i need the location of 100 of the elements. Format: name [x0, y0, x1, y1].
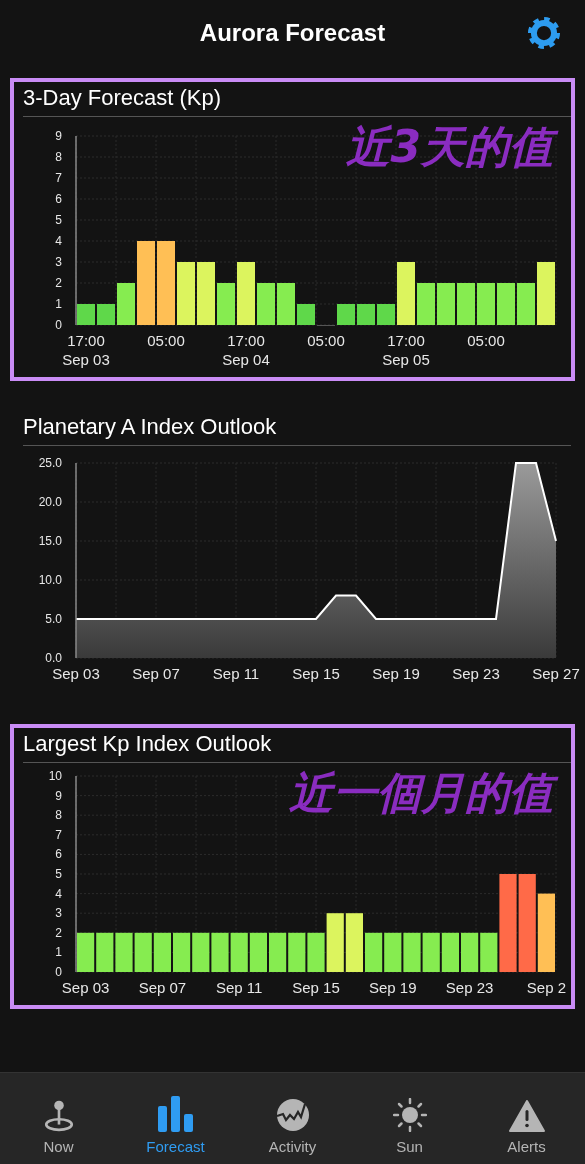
bar [288, 932, 306, 972]
bar [477, 283, 495, 325]
x-axis-label: 05:00 [467, 332, 505, 349]
y-axis-label: 3 [55, 906, 62, 921]
bar [461, 932, 479, 972]
tab[interactable]: Now [10, 1085, 107, 1155]
y-axis-label: 7 [55, 171, 62, 185]
sun-icon [392, 1098, 427, 1132]
y-axis-label: 9 [55, 129, 62, 143]
x-axis-label: Sep 05 [382, 351, 430, 368]
bar [422, 932, 440, 972]
y-axis-label: 7 [55, 827, 62, 842]
bar [357, 304, 375, 325]
section-title: Largest Kp Index Outlook [22, 730, 273, 758]
x-axis-label: 05:00 [147, 332, 185, 349]
y-axis-label: 8 [55, 150, 62, 164]
section-title: 3-Day Forecast (Kp) [22, 84, 223, 112]
x-axis-label: Sep 07 [138, 979, 187, 996]
bar [397, 262, 415, 325]
x-axis-label: Sep 03 [61, 979, 110, 996]
y-axis-label: 20.0 [38, 495, 62, 509]
app-title: Aurora Forecast [199, 19, 386, 47]
bar [417, 283, 435, 325]
y-axis-label: 5 [55, 867, 62, 881]
settings-icon[interactable] [525, 14, 563, 52]
y-axis-label: 15.0 [38, 534, 62, 548]
x-axis-label: Sep 2 [526, 979, 566, 996]
y-axis-label: 5 [55, 213, 62, 227]
x-axis-label: Sep 27 [532, 665, 580, 682]
x-axis-label: 17:00 [227, 332, 265, 349]
x-axis-label: Sep 15 [292, 665, 340, 682]
tab[interactable]: Activity [244, 1085, 341, 1155]
y-axis-label: 0.0 [45, 651, 62, 665]
bar [403, 932, 421, 972]
bar [117, 283, 135, 325]
bar [249, 932, 267, 972]
bar [77, 932, 95, 972]
x-axis-label: Sep 11 [216, 979, 263, 996]
wave-graph-icon [275, 1098, 310, 1132]
y-axis-label: 0 [55, 318, 62, 332]
y-axis-label: 4 [55, 886, 62, 901]
bar [134, 932, 152, 972]
x-axis-label: Sep 03 [62, 351, 110, 368]
handwritten-note: 近3天的值 [342, 118, 563, 176]
y-axis-label: 25.0 [38, 456, 62, 470]
bar [257, 283, 275, 325]
bar [230, 932, 248, 972]
bar-chart-icon [155, 1096, 196, 1132]
x-axis-label: Sep 03 [52, 665, 100, 682]
x-axis-label: Sep 07 [132, 665, 180, 682]
bar [365, 932, 383, 972]
x-axis-label: 17:00 [387, 332, 425, 349]
y-axis-label: 0 [55, 965, 62, 979]
x-axis-label: Sep 15 [292, 979, 340, 996]
y-axis-label: 5.0 [45, 612, 62, 626]
bar [96, 932, 114, 972]
y-axis-label: 1 [55, 297, 62, 311]
bar [237, 262, 255, 325]
bar [269, 932, 287, 972]
bar [277, 283, 295, 325]
bar [497, 283, 515, 325]
y-axis-label: 2 [55, 925, 62, 940]
bar [115, 932, 133, 972]
section-title: Planetary A Index Outlook [22, 413, 278, 441]
bar [537, 262, 555, 325]
y-axis-label: 8 [55, 808, 62, 823]
bar [441, 932, 459, 972]
bar [173, 932, 191, 972]
bar [97, 304, 115, 325]
bar [377, 304, 395, 325]
y-axis-label: 9 [55, 788, 62, 803]
x-axis-label: 05:00 [307, 332, 345, 349]
bar [345, 913, 363, 972]
bar [197, 262, 215, 325]
warning-icon [508, 1100, 545, 1132]
tab[interactable]: Sun [361, 1085, 458, 1155]
x-axis-label: Sep 11 [212, 665, 260, 682]
x-axis-label: Sep 19 [372, 665, 420, 682]
x-axis-label: Sep 23 [445, 979, 494, 996]
y-axis-label: 1 [55, 945, 62, 960]
x-axis-label: Sep 19 [369, 979, 417, 996]
bar [211, 932, 229, 972]
tab[interactable]: Forecast [127, 1085, 224, 1155]
bar [457, 283, 475, 325]
x-axis-label: 17:00 [67, 332, 105, 349]
y-axis-label: 3 [55, 255, 62, 269]
bar [384, 932, 402, 972]
x-axis-label: Sep 23 [452, 665, 500, 682]
bar [77, 304, 95, 325]
y-axis-label: 6 [55, 847, 62, 862]
y-axis-label: 2 [55, 276, 62, 290]
bar [437, 283, 455, 325]
bar [217, 283, 235, 325]
y-axis-label: 10 [48, 769, 62, 783]
tab[interactable]: Alerts [478, 1085, 575, 1155]
bar [517, 283, 535, 325]
bar [177, 262, 195, 325]
bar [297, 304, 315, 325]
bar [192, 932, 210, 972]
y-axis-label: 6 [55, 192, 62, 206]
